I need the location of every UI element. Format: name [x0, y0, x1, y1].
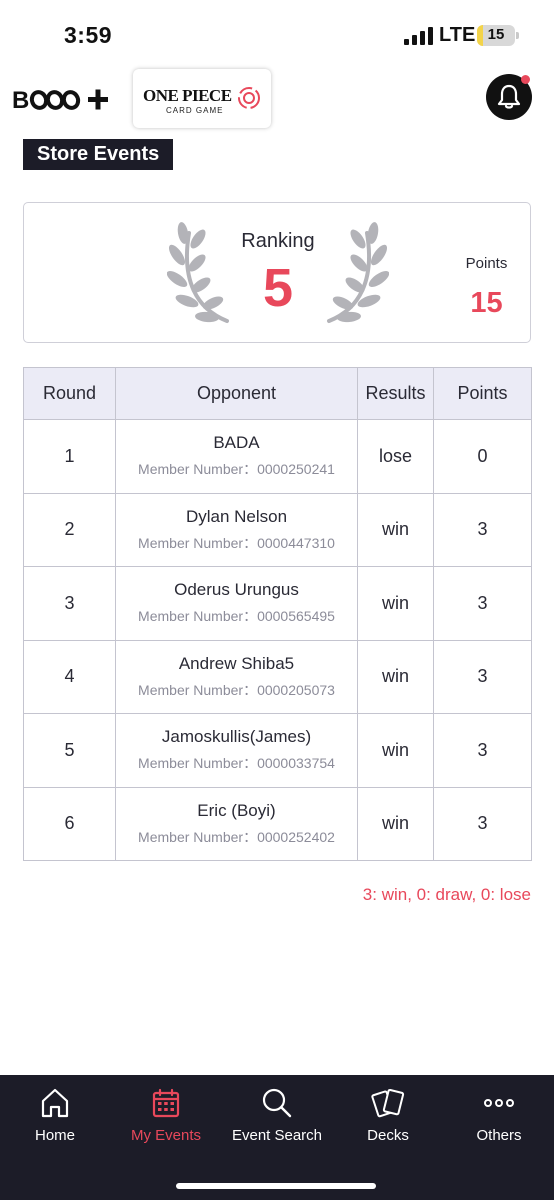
logo-subtitle: CARD GAME	[166, 106, 224, 115]
result-cell: win	[357, 713, 434, 788]
result-cell: win	[357, 639, 434, 714]
nav-label: Home	[34, 1127, 75, 1144]
status-time: 3:59	[64, 22, 113, 48]
points-value: 15	[470, 287, 503, 319]
points-cell: 3	[433, 786, 532, 861]
nav-item-home[interactable]: Home	[0, 1087, 110, 1167]
home-indicator	[176, 1183, 376, 1189]
opponent-name: Dylan Nelson	[185, 506, 288, 526]
table-row: 6 Eric (Boyi) Member Number：0000252402 w…	[23, 786, 532, 861]
notification-button[interactable]	[486, 74, 532, 120]
search-icon	[262, 1088, 292, 1118]
home-icon	[41, 1088, 69, 1118]
round-cell: 4	[23, 639, 116, 714]
calendar-icon	[152, 1088, 180, 1118]
table-row: 1 BADA Member Number：0000250241 lose 0	[23, 419, 532, 494]
ranking-label: Ranking	[241, 230, 315, 252]
member-number: Member Number：0000565495	[138, 608, 335, 625]
points-label: Points	[465, 255, 508, 272]
nav-label: My Events	[130, 1127, 202, 1144]
table-row: 4 Andrew Shiba5 Member Number：0000205073…	[23, 639, 532, 714]
table-row: 2 Dylan Nelson Member Number：0000447310 …	[23, 492, 532, 567]
ranking-card: Ranking 5 Points 15	[23, 202, 531, 343]
nav-item-decks[interactable]: Decks	[333, 1087, 443, 1167]
logo-mark-icon	[238, 87, 260, 109]
cards-icon	[371, 1088, 405, 1118]
svg-text:B: B	[12, 87, 29, 112]
brand-logo: B	[12, 87, 108, 112]
more-icon	[484, 1099, 514, 1107]
opponent-name: Jamoskullis(James)	[161, 727, 312, 747]
signal-icon	[404, 27, 433, 45]
result-cell: win	[357, 492, 434, 567]
ranking-value: 5	[262, 258, 294, 318]
round-cell: 1	[23, 419, 116, 494]
results-table: Round Opponent Results Points 1 BADA Mem…	[23, 367, 532, 861]
nav-item-event-search[interactable]: Event Search	[222, 1087, 332, 1167]
points-cell: 3	[433, 713, 532, 788]
result-cell: win	[357, 786, 434, 861]
member-number: Member Number：0000252402	[138, 828, 335, 845]
points-cell: 3	[433, 566, 532, 641]
round-cell: 3	[23, 566, 116, 641]
member-number: Member Number：0000250241	[138, 461, 335, 478]
result-cell: lose	[357, 419, 434, 494]
member-number: Member Number：0000447310	[138, 534, 335, 551]
opponent-cell: Jamoskullis(James) Member Number：0000033…	[115, 713, 358, 788]
round-cell: 2	[23, 492, 116, 567]
opponent-cell: BADA Member Number：0000250241	[115, 419, 358, 494]
member-number: Member Number：0000205073	[138, 681, 335, 698]
table-header-row: Round Opponent Results Points	[23, 367, 532, 420]
round-cell: 6	[23, 786, 116, 861]
opponent-cell: Andrew Shiba5 Member Number：0000205073	[115, 639, 358, 714]
opponent-cell: Eric (Boyi) Member Number：0000252402	[115, 786, 358, 861]
opponent-name: Oderus Urungus	[174, 580, 299, 600]
nav-label: Event Search	[231, 1127, 323, 1144]
nav-item-others[interactable]: Others	[444, 1087, 554, 1167]
member-number: Member Number：0000033754	[138, 755, 335, 772]
battery-percent: 15	[487, 26, 505, 43]
opponent-name: BADA	[213, 433, 260, 453]
header-points: Points	[433, 367, 532, 420]
opponent-cell: Dylan Nelson Member Number：0000447310	[115, 492, 358, 567]
scoring-legend: 3: win, 0: draw, 0: lose	[362, 885, 531, 904]
battery-cap	[516, 32, 519, 39]
points-cell: 0	[433, 419, 532, 494]
header-opponent: Opponent	[115, 367, 358, 420]
network-type: LTE	[439, 24, 476, 46]
page-title: Store Events	[23, 139, 173, 170]
logo-title: ONE PIECE	[143, 86, 232, 105]
round-cell: 5	[23, 713, 116, 788]
opponent-cell: Oderus Urungus Member Number：0000565495	[115, 566, 358, 641]
opponent-name: Eric (Boyi)	[197, 800, 276, 820]
table-row: 3 Oderus Urungus Member Number：000056549…	[23, 566, 532, 641]
notification-badge	[521, 75, 530, 84]
points-cell: 3	[433, 639, 532, 714]
header-results: Results	[357, 367, 434, 420]
one-piece-logo[interactable]: ONE PIECE CARD GAME	[133, 69, 271, 128]
bottom-nav: Home My Events Event Search Decks Others	[0, 1075, 554, 1200]
nav-label: Others	[476, 1127, 522, 1144]
points-cell: 3	[433, 492, 532, 567]
battery-icon: 15	[477, 25, 515, 46]
result-cell: win	[357, 566, 434, 641]
nav-label: Decks	[367, 1127, 409, 1144]
status-bar: 3:59 LTE 15	[0, 0, 554, 66]
table-row: 5 Jamoskullis(James) Member Number：00000…	[23, 713, 532, 788]
opponent-name: Andrew Shiba5	[178, 653, 295, 673]
header-round: Round	[23, 367, 116, 420]
bell-icon	[497, 84, 521, 109]
nav-item-my-events[interactable]: My Events	[111, 1087, 221, 1167]
